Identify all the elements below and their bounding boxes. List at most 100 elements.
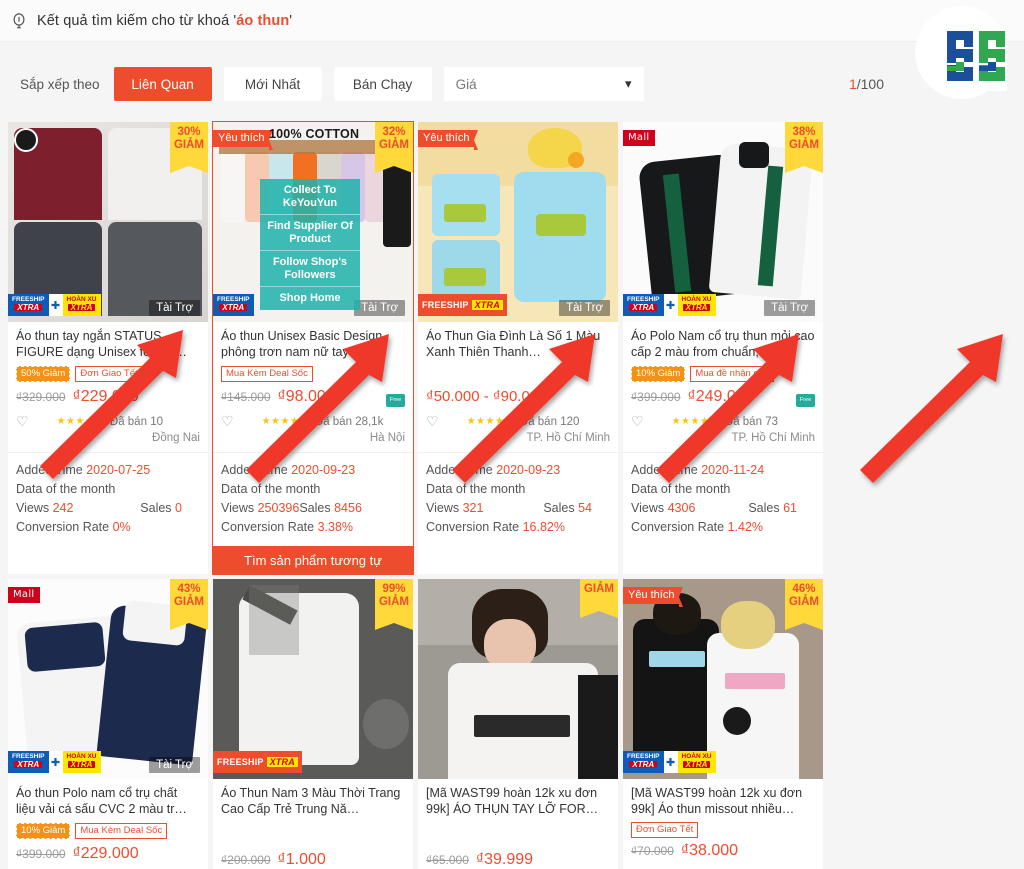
product-title[interactable]: Áo Thun Gia Đình Là Số 1 Màu Xanh Thiên … [426,328,610,360]
product-thumbnail[interactable]: Mall 38% GIẢM FREESHIP XTRA ✚ HOÀN XU XT… [623,122,823,322]
rating-stars: ★★★★★ [261,416,309,427]
product-title[interactable]: [Mã WAST99 hoàn 12k xu đơn 99k] Áo thun … [631,785,815,817]
product-card[interactable]: Yêu thích 100% COTTON 32% GIẢM FREESHIP … [212,121,414,575]
product-thumbnail[interactable]: Yêu thích FREESHIP XTRA Tài Trợ [418,122,618,322]
product-card[interactable]: Mall 43% GIẢM FREESHIP XTRA ✚ HOÀN XU XT… [8,579,208,869]
price-row: ₫65.000 ₫39.999 [426,851,610,869]
discount-label: GIẢM [173,596,205,608]
current-price: ₫1.000 [277,851,326,868]
product-location: Hà Nội [369,432,405,444]
promo-tag-deal: Mua Kèm Deal Sốc [75,822,168,839]
price-row: ₫399.000 ₫229.000 [16,845,200,865]
product-card[interactable]: Yêu thích 46% GIẢM FREESHIP XTRA ✚ HOÀN … [623,579,823,869]
product-title[interactable]: [Mã WAST99 hoàn 12k xu đơn 99k] ÁO THỤN … [426,785,610,817]
title-prefix: Kết quả tìm kiếm cho từ khoá ' [37,12,237,29]
shipping-badges: FREESHIP XTRA ✚ HOÀN XU XTRA [623,751,716,773]
views-value: 4306 [667,501,696,515]
free-shipping-icon: Free [386,393,405,407]
views-group: Views 4306 [631,501,696,515]
product-title[interactable]: Áo Thun Nam 3 Màu Thời Trang Cao Cấp Trẻ… [221,785,405,817]
sponsored-label: Tài Trợ [559,300,610,316]
freeship-text: FREESHIP [12,296,45,303]
sort-button-bestselling[interactable]: Bán Chạy [333,67,432,101]
freeship-text: FREESHIP [627,753,660,760]
product-thumbnail[interactable]: Yêu thích 46% GIẢM FREESHIP XTRA ✚ HOÀN … [623,579,823,779]
product-card[interactable]: Yêu thích FREESHIP XTRA Tài Trợ Áo Thun … [418,122,618,574]
sponsored-label: Tài Trợ [354,300,405,316]
menu-item-find-supplier[interactable]: Find Supplier Of Product [260,215,360,251]
promo-tag-delivery: Đơn Giao Tết [75,365,143,382]
menu-item-follow-shop[interactable]: Follow Shop's Followers [260,251,360,287]
sponsored-label: Tài Trợ [149,757,200,773]
mall-flag: Mall [623,130,655,146]
discount-badge: 38% GIẢM [785,122,823,173]
added-time-value: 2020-11-24 [701,463,765,477]
shipping-badges: FREESHIP XTRA ✚ HOÀN XU XTRA [8,751,101,773]
xtra-text: XTRA [629,761,658,769]
freeship-xtra-badge: FREESHIP XTRA [623,294,664,316]
sort-button-newest[interactable]: Mới Nhất [223,67,322,101]
favorite-flag: Yêu thích [213,130,275,150]
current-price: ₫229.000 [72,845,139,862]
xtra-text: XTRA [14,304,43,312]
favorite-icon[interactable]: ♡ [221,413,234,430]
product-body: [Mã WAST99 hoàn 12k xu đơn 99k] Áo thun … [623,779,823,866]
product-title[interactable]: Áo Polo Nam cổ trụ thun mỏi cao cấp 2 mà… [631,328,815,360]
discount-percent: 38% [792,126,816,138]
plus-icon: ✚ [48,294,63,316]
added-time-row: Added Time 2020-07-25 [16,463,151,477]
original-price: ₫399.000 [16,847,66,861]
product-thumbnail[interactable]: GIẢM [418,579,618,779]
find-similar-button[interactable]: Tìm sản phẩm tương tự [213,546,413,574]
product-location: TP. Hồ Chí Minh [731,432,815,444]
brand-logo[interactable] [915,6,1015,106]
product-title[interactable]: Áo thun Polo nam cổ trụ chất liệu vải cá… [16,785,200,817]
discount-label: GIẢM [378,139,410,151]
sort-button-relevance[interactable]: Liên Quan [113,67,212,101]
menu-item-collect[interactable]: Collect To KeYouYun [260,179,360,215]
views-sales-row: Views 321 Sales 54 [426,499,610,518]
product-card[interactable]: Mall 38% GIẢM FREESHIP XTRA ✚ HOÀN XU XT… [623,122,823,574]
price-sort-select[interactable]: Giá ▾ [443,67,644,101]
rating-stars: ★★★★☆ [56,416,104,427]
page-total: 100 [860,76,884,92]
favorite-icon[interactable]: ♡ [631,413,644,430]
conversion-value: 0% [112,520,131,534]
hover-action-menu[interactable]: Collect To KeYouYun Find Supplier Of Pro… [260,179,360,310]
promo-tags: Đơn Giao Tết [631,821,815,838]
product-thumbnail[interactable]: 99% GIẢM FREESHIP XTRA [213,579,413,779]
freeship-xtra-badge: FREESHIP XTRA [623,751,664,773]
favorite-icon[interactable]: ♡ [16,413,29,430]
product-thumbnail[interactable]: Mall 43% GIẢM FREESHIP XTRA ✚ HOÀN XU XT… [8,579,208,779]
hoanxu-xtra-badge: HOÀN XU XTRA [62,751,101,773]
discount-badge: 30% GIẢM [170,122,208,173]
product-body: Áo thun Unisex Basic Design phông trơn n… [213,322,413,452]
freeship-xtra-badge: FREESHIP XTRA [213,294,254,316]
original-price: ₫70.000 [631,844,674,858]
promo-tags [426,365,610,382]
freeship-text: FREESHIP [12,753,45,760]
product-card[interactable]: GIẢM [Mã WAST99 hoàn 12k xu đơn 99k] ÁO … [418,579,618,869]
product-title[interactable]: Áo thun tay ngắn STATUS FIGURE dạng Unis… [16,328,200,360]
product-thumbnail[interactable]: 30% GIẢM FREESHIP XTRA ✚ HOÀN XU XTRA Tà… [8,122,208,322]
current-price: ₫229.000 [72,388,139,405]
hoanxu-text: HOÀN XU [66,753,97,760]
menu-item-shop-home[interactable]: Shop Home [260,287,360,310]
original-price: ₫65.000 [426,853,469,867]
product-card[interactable]: 99% GIẢM FREESHIP XTRA Áo Thun Nam 3 Màu… [213,579,413,869]
added-time-value: 2020-07-25 [86,463,151,477]
favorite-icon[interactable]: ♡ [426,413,439,430]
product-thumbnail[interactable]: Yêu thích 100% COTTON 32% GIẢM FREESHIP … [213,122,413,322]
plus-icon: ✚ [663,751,678,773]
promo-tag-discount: 10% Giảm [631,365,686,382]
sold-count: Đã bán 120 [519,415,580,428]
plus-icon: ✚ [48,751,63,773]
product-title[interactable]: Áo thun Unisex Basic Design phông trơn n… [221,328,405,360]
product-card[interactable]: 30% GIẢM FREESHIP XTRA ✚ HOÀN XU XTRA Tà… [8,122,208,574]
conversion-value: 1.42% [727,520,764,534]
added-time-row: Added Time 2020-09-23 [221,463,356,477]
freeship-text: FREESHIP [627,296,660,303]
xtra-text: XTRA [219,304,248,312]
sponsored-label: Tài Trợ [149,300,200,316]
discount-badge: 46% GIẢM [785,579,823,630]
